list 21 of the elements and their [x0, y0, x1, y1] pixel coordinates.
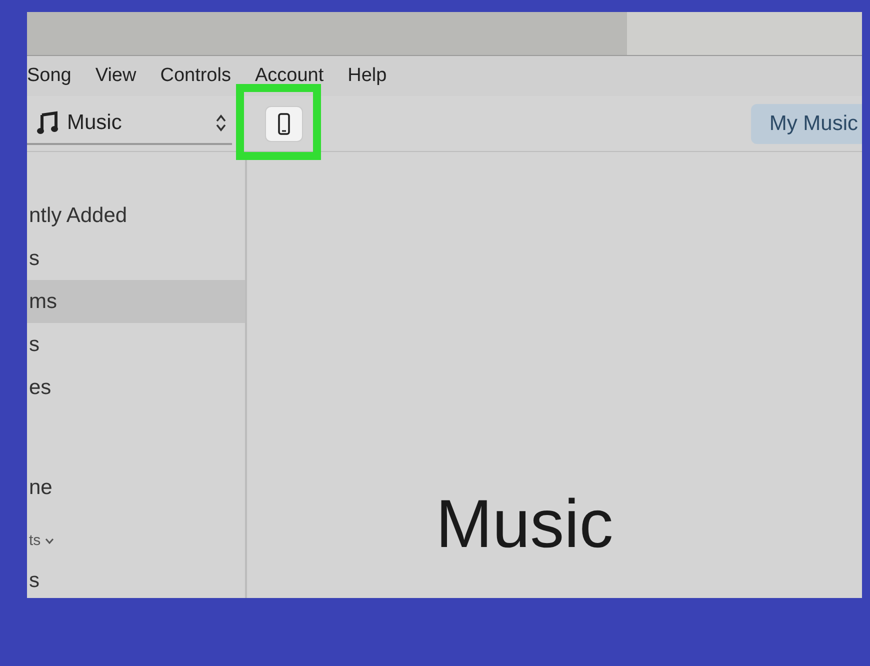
section-header[interactable]: ts: [27, 523, 245, 559]
menu-item[interactable]: Help: [348, 62, 387, 90]
phone-icon: [278, 112, 290, 134]
sidebar-item[interactable]: s: [27, 323, 245, 366]
music-note-icon: [37, 110, 59, 134]
chevron-down-icon: [44, 538, 54, 544]
menu-item[interactable]: Song: [27, 62, 72, 90]
sidebar-item[interactable]: es: [27, 366, 245, 409]
menu-item[interactable]: Controls: [160, 62, 231, 90]
device-button[interactable]: [265, 106, 303, 142]
menu-item[interactable]: Account: [254, 62, 324, 90]
sidebar-item[interactable]: s: [27, 559, 245, 598]
my-music-tab[interactable]: My Music: [751, 104, 862, 144]
sidebar-item[interactable]: ne: [27, 466, 245, 509]
sidebar-item[interactable]: s: [27, 237, 245, 280]
music-heading: Music: [436, 490, 614, 558]
updown-chevron-icon: [216, 114, 226, 132]
media-picker[interactable]: Music: [27, 102, 232, 144]
sidebar-item[interactable]: ms: [27, 280, 245, 323]
menu-item[interactable]: View: [95, 62, 136, 90]
sidebar-item[interactable]: ntly Added: [27, 194, 245, 237]
